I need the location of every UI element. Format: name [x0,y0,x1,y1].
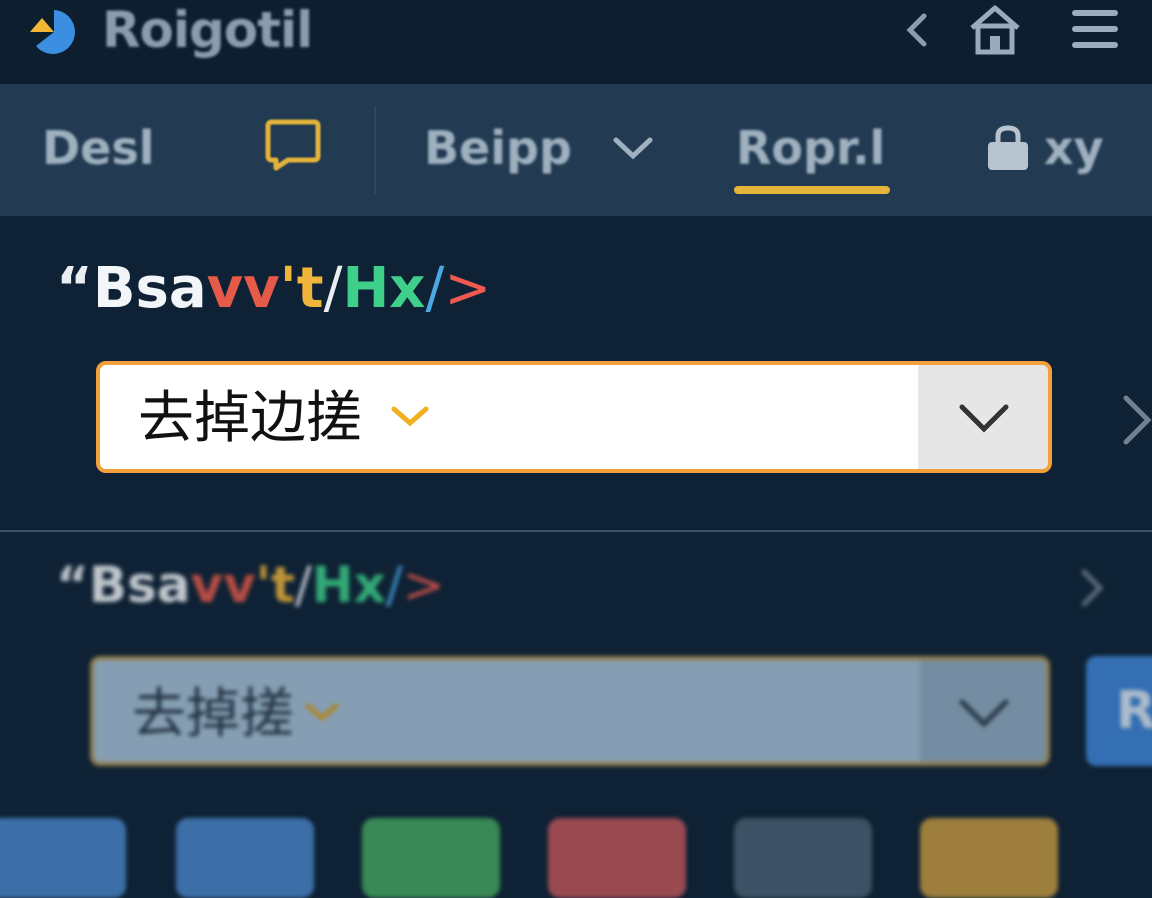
code-segment-white: Bsa [92,256,207,321]
small-chevron-down-icon [305,703,339,722]
code-segment-green: Hx [342,256,426,321]
nav-item-beipp[interactable]: Beipp [424,118,572,178]
home-icon[interactable] [966,4,1024,56]
toolbar-tile-4[interactable] [548,818,686,898]
lock-icon[interactable] [982,124,1034,174]
app-title: Roigotil [102,1,313,59]
code-slash: / [294,556,312,614]
code-arrow: > [444,256,492,321]
nav-item-xy[interactable]: xy [1044,118,1104,178]
option-select-2[interactable]: 去掉搓 [90,656,1050,766]
code-segment-yellow: 't [255,556,295,614]
toolbar-tile-3[interactable] [362,818,500,898]
chevron-down-icon [959,699,1009,728]
nav-item-ropr[interactable]: Ropr.l [736,118,885,178]
code-segment-white: Bsa [88,556,191,614]
toolbar-tile-2[interactable] [176,818,314,898]
code-slash-blue: / [425,256,445,321]
chevron-down-icon [959,404,1009,433]
menu-icon[interactable] [1068,4,1124,56]
small-chevron-down-icon [391,406,429,427]
chevron-left-icon[interactable] [896,4,936,54]
nav-bar: Desl Beipp Ropr.l xy [0,84,1152,216]
code-quote: “ [56,256,93,321]
select-dropdown-button-2[interactable] [920,660,1046,762]
code-slash: / [323,256,343,321]
select-value: 去掉边搓 [138,386,362,451]
code-path-line-2: “Bsavv't/Hx/> [56,550,445,620]
toolbar-tile-6[interactable] [920,818,1058,898]
chevron-down-icon[interactable] [608,130,658,166]
code-segment-green: Hx [311,556,386,614]
toolbar-tile-5[interactable] [734,818,872,898]
chevron-right-icon[interactable] [1116,390,1152,450]
toolbar-tile-1[interactable] [0,818,126,898]
select-value-2: 去掉搓 [132,682,294,745]
nav-separator [374,106,376,194]
top-bar: Roigotil [0,0,1152,84]
option-select[interactable]: 去掉边搓 [96,361,1052,473]
app-logo-icon [30,10,75,54]
primary-button[interactable]: R [1086,656,1152,766]
code-segment-yellow: 't [279,256,324,321]
code-quote: “ [56,556,89,614]
code-segment-red: vv [190,556,256,614]
section-divider [0,530,1152,532]
note-icon[interactable] [258,116,324,176]
code-path-line: “Bsavv't/Hx/> [56,254,491,324]
active-tab-indicator [734,186,890,194]
code-slash-blue: / [385,556,403,614]
nav-item-desl[interactable]: Desl [42,118,155,178]
select-dropdown-button[interactable] [918,365,1048,469]
code-segment-red: vv [206,256,280,321]
chevron-right-icon[interactable] [1076,566,1106,610]
code-arrow: > [402,556,445,614]
